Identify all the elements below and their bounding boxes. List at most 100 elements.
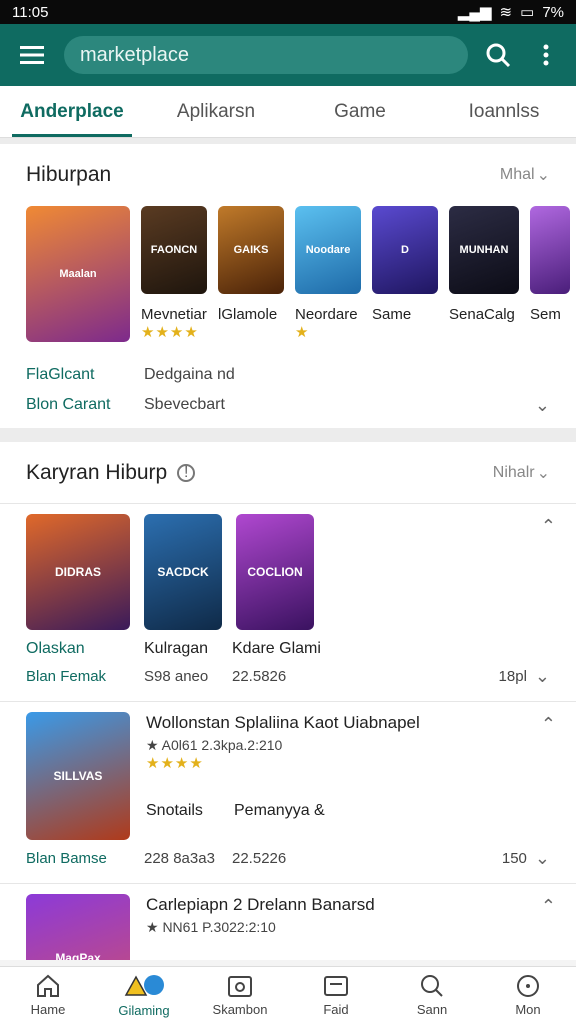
chevron-down-icon[interactable]: ⌄ (535, 666, 550, 687)
section-hiburpan: Hiburpan Mhal ⌄ Maalan FAONCN Mevnetiar ★… (0, 144, 576, 428)
overflow-menu-button[interactable] (528, 37, 564, 73)
game-tile[interactable]: DIDRAS (26, 514, 130, 630)
app-name: Sem (530, 306, 561, 323)
search-icon (486, 43, 511, 68)
nav-label: Skambon (212, 1002, 268, 1017)
chevron-up-icon[interactable]: ⌃ (541, 516, 556, 537)
nav-gilaming[interactable]: Gilaming (96, 967, 192, 1024)
app-artwork (530, 206, 570, 294)
app-bar (0, 24, 576, 86)
bottom-navigation: Hame Gilaming Skambon Faid Sann Mon (0, 966, 576, 1024)
gaming-icon (124, 975, 164, 996)
section-title: Hiburpan (26, 163, 112, 186)
chevron-up-icon[interactable]: ⌃ (541, 896, 556, 917)
app-name: Neordare (295, 306, 358, 323)
app-artwork: D (372, 206, 438, 294)
art-text: GAIKS (233, 244, 269, 256)
detail-row[interactable]: Blon Carant Sbevecbart ⌄ (26, 390, 550, 420)
store-icon (228, 976, 252, 997)
app-card[interactable]: Maalan (26, 206, 130, 342)
game-tile[interactable]: SILLVAS (26, 712, 130, 840)
app-artwork: MUNHAN (449, 206, 519, 294)
status-bar: 11:05 ▂▄▆ ≋ ▭ 7% (0, 0, 576, 24)
home-icon (37, 974, 59, 997)
sub-value: S98 aneo (144, 668, 209, 685)
sub-value: 228 8a3a3 (144, 850, 215, 867)
battery-icon: ▭ (520, 4, 535, 21)
app-carousel[interactable]: Maalan FAONCN Mevnetiar ★★★★ GAIKS lGlam… (0, 206, 576, 342)
tab-aplikarsn[interactable]: Aplikarsn (144, 86, 288, 137)
sub-label: Blan Bamse (26, 850, 107, 867)
tab-ioannlss[interactable]: Ioannlss (432, 86, 576, 137)
app-group: ⌃ SILLVAS Wollonstan Splaliina Kaot Uiab… (0, 702, 576, 884)
detail-value: Sbevecbart (144, 396, 225, 413)
app-card[interactable]: GAIKS lGlamole (218, 206, 284, 342)
tab-bar: Anderplace Aplikarsn Game Ioannlss (0, 86, 576, 138)
feed-icon (324, 976, 348, 996)
art-text: SILLVAS (53, 769, 103, 783)
sub-label: Blan Femak (26, 668, 107, 685)
app-card[interactable]: Noodare Neordare ★ (295, 206, 361, 342)
section-karyran-hiburp: Karyran Hiburp ! Nihalr ⌄ ⌃ DIDRAS SACDCK… (0, 442, 576, 960)
nav-label: Mon (515, 1002, 541, 1017)
search-button[interactable] (480, 37, 516, 73)
main-content[interactable]: Hiburpan Mhal ⌄ Maalan FAONCN Mevnetiar ★… (0, 138, 576, 960)
art-text: D (401, 244, 409, 256)
nav-hame[interactable]: Hame (0, 967, 96, 1024)
see-more-label: Nihalr (492, 463, 535, 481)
nav-skambon[interactable]: Skambon (192, 967, 288, 1024)
nav-sann[interactable]: Sann (384, 967, 480, 1024)
tab-anderplace[interactable]: Anderplace (0, 86, 144, 137)
nav-faid[interactable]: Faid (288, 967, 384, 1024)
rating-stars: ★★★★ (141, 324, 199, 341)
game-tile[interactable]: SACDCK (144, 514, 222, 630)
game-tile[interactable]: MagPax (26, 894, 130, 960)
divider (0, 428, 576, 442)
chevron-down-icon[interactable]: ⌄ (535, 395, 550, 416)
app-name: Same (372, 306, 412, 323)
game-label: Kdare Glami (232, 640, 321, 657)
app-card[interactable]: FAONCN Mevnetiar ★★★★ (141, 206, 207, 342)
see-more-link[interactable]: Nihalr ⌄ (493, 463, 550, 483)
app-artwork: GAIKS (218, 206, 284, 294)
sub-value: 22.5826 (232, 668, 287, 685)
search-input[interactable] (80, 43, 452, 67)
detail-key: Blon Carant (26, 396, 111, 413)
sub-value: 22.5226 (232, 850, 287, 867)
app-group: ⌃ MagPax Carlepiapn 2 Drelann Banarsd ★ … (0, 884, 576, 960)
art-text: FAONCN (150, 244, 198, 256)
more-vert-icon (543, 44, 549, 66)
status-time: 11:05 (12, 3, 49, 21)
detail-row: FlaGlcant Dedgaina nd (26, 360, 550, 390)
see-more-link[interactable]: Mhal ⌄ (500, 165, 550, 185)
nav-mon[interactable]: Mon (480, 967, 576, 1024)
detail-key: FlaGlcant (26, 366, 95, 383)
feature-rating: ★ NN61 P.3022:2:10 (146, 919, 276, 935)
tab-game[interactable]: Game (288, 86, 432, 137)
chevron-up-icon[interactable]: ⌃ (541, 714, 556, 735)
app-card[interactable]: MUNHAN SenaCalg (449, 206, 519, 342)
nav-label: Sann (416, 1002, 448, 1017)
chevron-down-icon[interactable]: ⌄ (535, 848, 550, 869)
game-tile[interactable]: COCLION (236, 514, 314, 630)
feature-title: Wollonstan Splaliina Kaot Uiabnapel (146, 713, 420, 732)
search-bar[interactable] (64, 36, 468, 74)
rating-stars: ★★★★ (146, 755, 204, 772)
app-card[interactable]: D Same (372, 206, 438, 342)
size-value: 150 (501, 850, 527, 867)
feature-rating: ★ A0l61 2.3kpa.2:210 (146, 737, 283, 753)
detail-rows: FlaGlcant Dedgaina nd Blon Carant Sbevec… (0, 342, 576, 428)
nav-label: Faid (323, 1002, 349, 1017)
art-text: SACDCK (157, 565, 209, 579)
app-name: SenaCalg (449, 306, 515, 323)
art-text: Noodare (305, 244, 351, 256)
menu-button[interactable] (12, 35, 52, 75)
app-artwork: FAONCN (141, 206, 207, 294)
info-icon[interactable]: ! (177, 463, 196, 482)
chevron-down-icon: ⌄ (536, 167, 550, 184)
hamburger-icon (20, 46, 44, 64)
battery-level: 7% (542, 3, 564, 21)
section-title: Karyran Hiburp (26, 460, 168, 484)
app-card[interactable]: Sem (530, 206, 570, 342)
game-label: Kulragan (144, 640, 209, 657)
